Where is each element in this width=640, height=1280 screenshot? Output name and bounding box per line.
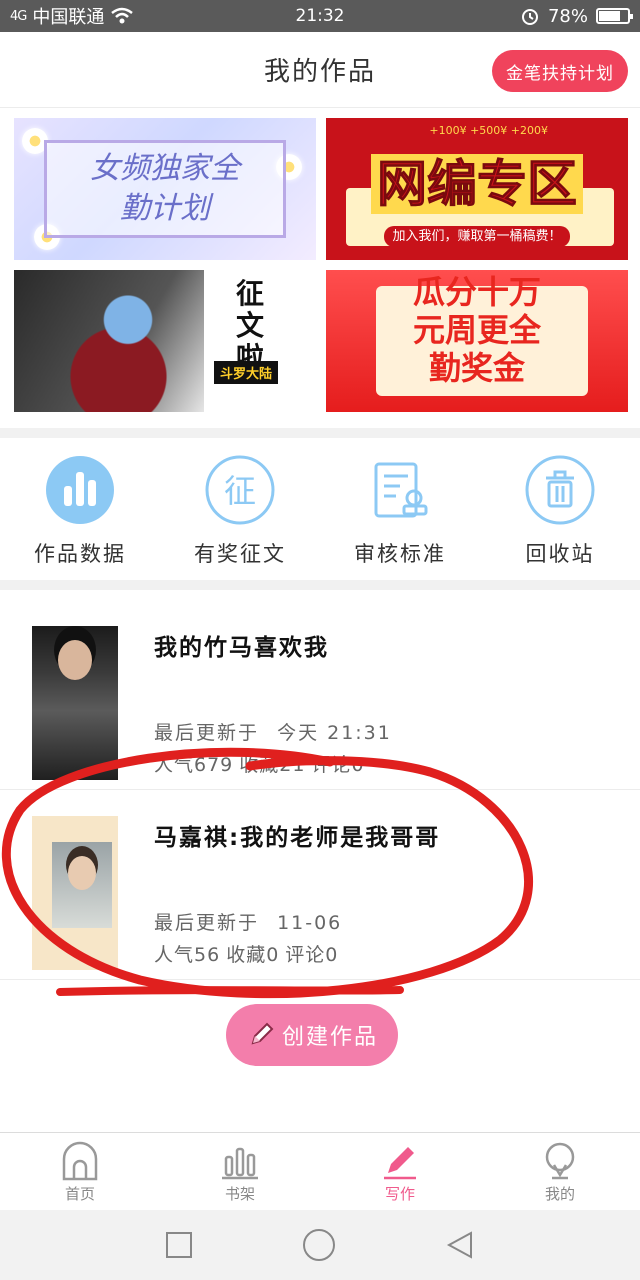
recents-icon[interactable]: [165, 1231, 193, 1259]
quick-entry-recycle-bin[interactable]: 回收站: [480, 440, 640, 580]
work-stats: 人气679 收藏21 评论0: [154, 750, 365, 777]
work-cover-image: [32, 816, 118, 970]
updated-time: 11-06: [277, 912, 343, 934]
back-triangle-icon[interactable]: [445, 1230, 475, 1260]
battery-fill: [599, 11, 621, 21]
create-work-button[interactable]: 创建作品: [226, 1004, 398, 1066]
tab-label: 书架: [224, 1185, 255, 1203]
work-updated: 最后更新于 今天 21:31: [154, 718, 392, 745]
home-icon: [62, 1141, 98, 1181]
banner-title: 女频独家全勤计划: [90, 151, 240, 226]
quick-entry-row: 作品数据 征 有奖征文 审核标准 回收站: [0, 440, 640, 580]
section-divider: [0, 580, 640, 590]
golden-pen-plan-button[interactable]: 金笔扶持计划: [492, 50, 628, 92]
wifi-icon: [111, 7, 134, 24]
svg-text:征: 征: [224, 472, 256, 510]
work-item[interactable]: 马嘉祺:我的老师是我哥哥 最后更新于 11-06 人气56 收藏0 评论0: [0, 790, 640, 980]
alarm-icon: [521, 9, 538, 25]
work-stats: 人气56 收藏0 评论0: [154, 940, 338, 967]
carrier-label: 中国联通: [32, 7, 105, 28]
quick-entry-label: 审核标准: [354, 542, 446, 566]
work-cover-image: [32, 626, 118, 780]
quick-entry-contest[interactable]: 征 有奖征文: [160, 440, 320, 580]
section-divider: [0, 428, 640, 438]
banner-title: 征文啦: [235, 277, 264, 374]
page-title: 我的作品: [263, 57, 376, 87]
banner-title: 网编专区: [371, 154, 583, 214]
banner-tag: 斗罗大陆: [213, 361, 278, 384]
battery-icon: [596, 8, 633, 24]
banner-title: 瓜分十万元周更全勤奖金: [412, 273, 541, 387]
bottom-tab-bar: 首页 书架 写作 我的: [0, 1132, 640, 1210]
tab-home[interactable]: 首页: [0, 1133, 160, 1210]
profile-icon: [545, 1142, 575, 1180]
tab-bookshelf[interactable]: 书架: [160, 1133, 320, 1210]
banner-grid: 女频独家全勤计划 +100¥ +500¥ +200¥ 网编专区 加入我们，赚取第…: [14, 118, 628, 412]
pencil-icon: [251, 1022, 274, 1045]
work-title: 我的竹马喜欢我: [154, 635, 329, 661]
system-nav-bar: [0, 1210, 640, 1280]
work-item[interactable]: 我的竹马喜欢我 最后更新于 今天 21:31 人气679 收藏21 评论0: [0, 600, 640, 790]
updated-label: 最后更新于: [154, 722, 260, 744]
banner-editor-zone[interactable]: +100¥ +500¥ +200¥ 网编专区 加入我们，赚取第一桶稿费！: [326, 118, 628, 260]
contest-icon: 征: [204, 454, 276, 526]
updated-time: 今天 21:31: [277, 722, 392, 744]
work-favorites: 收藏0: [226, 944, 280, 966]
page-header: 我的作品 金笔扶持计划: [0, 32, 640, 108]
review-standard-icon: [364, 454, 436, 526]
quick-entry-work-data[interactable]: 作品数据: [0, 440, 160, 580]
work-popularity: 人气56: [154, 944, 221, 966]
bar-chart-icon: [44, 454, 116, 526]
quick-entry-label: 作品数据: [34, 542, 126, 566]
work-title: 马嘉祺:我的老师是我哥哥: [154, 825, 441, 851]
trash-icon: [524, 454, 596, 526]
home-circle-icon[interactable]: [302, 1228, 336, 1262]
work-comments: 评论0: [285, 944, 339, 966]
bookshelf-icon: [222, 1147, 258, 1180]
work-favorites: 收藏21: [239, 754, 306, 776]
banner-illustration: [14, 270, 204, 412]
create-work-label: 创建作品: [281, 1025, 378, 1050]
banner-contest[interactable]: 征文啦 斗罗大陆: [14, 270, 316, 412]
quick-entry-label: 有奖征文: [194, 542, 286, 566]
tab-write[interactable]: 写作: [320, 1133, 480, 1210]
tab-label: 写作: [384, 1185, 415, 1203]
battery-percent: 78%: [547, 5, 588, 27]
quick-entry-review-standard[interactable]: 审核标准: [320, 440, 480, 580]
banner-subtitle: 加入我们，赚取第一桶稿费！: [326, 225, 628, 247]
status-bar: 4G 中国联通 21:32 78%: [0, 0, 640, 32]
banner-weekly-bonus[interactable]: 瓜分十万元周更全勤奖金: [326, 270, 628, 412]
signal-icon: 4G: [10, 8, 27, 24]
banner-coins: +100¥ +500¥ +200¥: [429, 124, 548, 137]
status-left: 4G 中国联通: [10, 3, 134, 29]
tab-label: 首页: [64, 1185, 95, 1203]
work-updated: 最后更新于 11-06: [154, 908, 342, 935]
tab-label: 我的: [544, 1185, 575, 1203]
quick-entry-label: 回收站: [525, 542, 595, 566]
pen-icon: [384, 1147, 416, 1180]
work-comments: 评论0: [311, 754, 365, 776]
tab-profile[interactable]: 我的: [480, 1133, 640, 1210]
banner-full-attendance[interactable]: 女频独家全勤计划: [14, 118, 316, 260]
updated-label: 最后更新于: [154, 912, 260, 934]
banner-subtitle-text: 加入我们，赚取第一桶稿费！: [384, 226, 570, 247]
work-popularity: 人气679: [154, 754, 234, 776]
status-right: 78%: [520, 5, 633, 27]
